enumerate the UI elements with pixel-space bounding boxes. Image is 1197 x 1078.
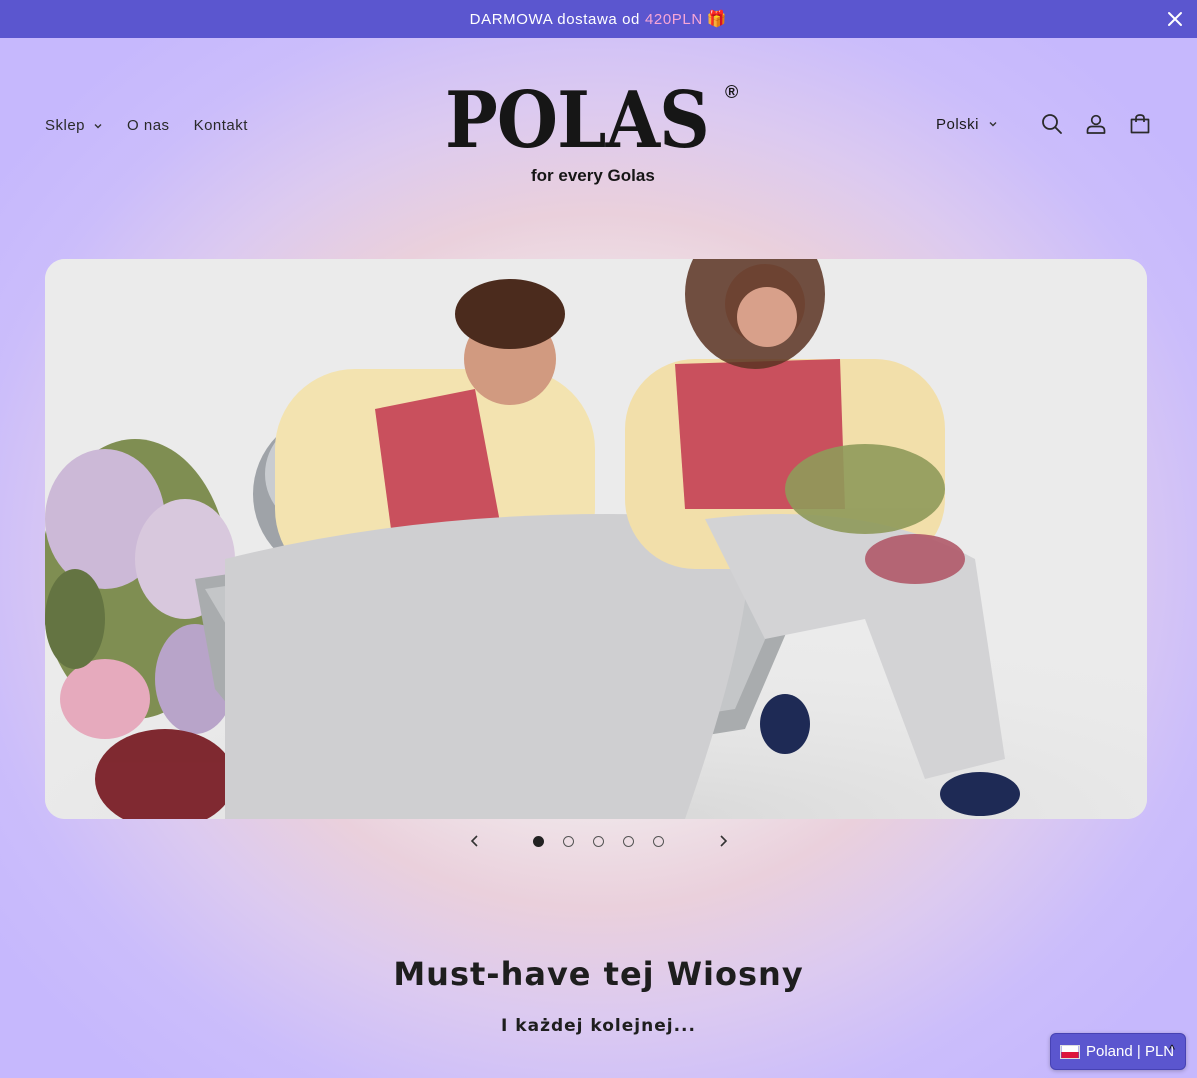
hero-banner-image[interactable]	[45, 259, 1147, 819]
announcement-price: 420PLN	[644, 10, 703, 28]
main-nav: Sklep O nas Kontakt	[45, 117, 272, 134]
nav-about-label: O nas	[127, 117, 170, 134]
slide-dots	[524, 835, 674, 847]
search-icon[interactable]	[1040, 112, 1064, 136]
announcement-text: DARMOWA dostawa od	[469, 10, 640, 28]
section-subtitle: I każdej kolejnej...	[501, 1016, 696, 1036]
hero-photo	[45, 259, 1147, 819]
account-icon[interactable]	[1084, 112, 1108, 136]
chevron-down-icon	[94, 123, 102, 128]
slide-dot-2[interactable]	[563, 835, 574, 847]
header-actions: Polski	[936, 112, 1152, 136]
logo-wordmark: POLAS	[445, 75, 710, 166]
logo-tagline: for every Golas	[531, 166, 655, 185]
caret-up-icon: ^	[1168, 1042, 1175, 1057]
poland-flag-icon	[1060, 1044, 1080, 1059]
nav-item-shop[interactable]: Sklep	[45, 117, 103, 134]
slide-dot-5[interactable]	[653, 835, 664, 847]
logo-registered-mark: ®	[725, 82, 739, 102]
nav-item-contact[interactable]: Kontakt	[194, 117, 248, 134]
announcement-bar: DARMOWA dostawa od 420PLN 🎁	[0, 0, 1197, 38]
close-icon[interactable]	[1165, 9, 1185, 29]
nav-contact-label: Kontakt	[193, 117, 248, 134]
language-label: Polski	[935, 115, 979, 133]
chevron-left-icon[interactable]	[466, 832, 484, 850]
section-title: Must-have tej Wiosny	[393, 955, 804, 993]
country-label: Poland | PLN	[1086, 1043, 1175, 1060]
slide-dot-1[interactable]	[533, 835, 544, 847]
chevron-down-icon	[989, 122, 997, 127]
slide-dot-4[interactable]	[623, 835, 634, 847]
nav-item-about[interactable]: O nas	[127, 117, 170, 134]
cart-icon[interactable]	[1128, 112, 1152, 136]
language-selector[interactable]: Polski	[936, 116, 998, 133]
slide-dot-3[interactable]	[593, 835, 604, 847]
country-currency-selector[interactable]: Poland | PLN ^	[1050, 1033, 1186, 1070]
brand-logo[interactable]: POLAS ® for every Golas	[445, 76, 745, 190]
gift-icon: 🎁	[706, 11, 728, 28]
chevron-right-icon[interactable]	[714, 832, 732, 850]
slideshow-controls	[0, 826, 1197, 856]
nav-shop-label: Sklep	[45, 117, 86, 134]
